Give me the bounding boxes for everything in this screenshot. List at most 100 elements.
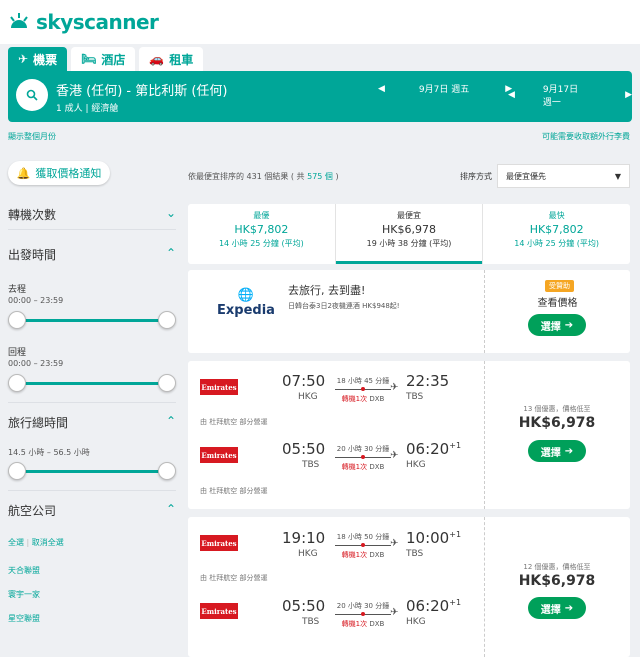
top-bar: skyscanner [0,0,640,44]
select-button[interactable]: 選擇 ➔ [528,314,586,336]
view-price-text: 查看價格 [537,298,578,309]
arrive-time: 06:20 [406,440,450,458]
arrow-right-icon: ➔ [564,319,574,331]
plane-icon: ✈ [390,607,399,618]
clear-all-link[interactable]: 取消全選 [32,538,64,547]
price-alert-button[interactable]: 🔔 獲取價格通知 [8,161,110,185]
arrow-right-icon: ➔ [564,602,574,614]
slider-handle-min[interactable] [8,462,26,480]
flight-card[interactable]: Emirates 07:50 HKG 18 小時 45 分鐘 ✈ 轉機1次 DX… [188,361,630,509]
alliance-link[interactable]: 天合聯盟 [8,565,40,576]
flight-card[interactable]: Emirates 19:10 HKG 18 小時 50 分鐘 ✈ 轉機1次 DX… [188,517,630,657]
depart-time: 05:50 [282,440,326,458]
slider-handle-min[interactable] [8,311,26,329]
stop-dot [361,612,365,616]
inbound-slider[interactable] [8,374,176,394]
deals-count: 13 個優惠，價格低至 [523,405,591,413]
tab-best[interactable]: 最優 HK$7,802 14 小時 25 分鐘 (平均) [188,204,335,264]
arrive-time: 10:00 [406,529,450,547]
prev-date-icon[interactable]: ◀ [508,90,515,100]
bell-icon: 🔔 [16,166,31,180]
depart-airport: HKG [298,549,318,559]
plane-icon: ✈ [18,52,29,66]
stop-dot [361,387,365,391]
stop-airport: DXB [369,395,385,403]
duration-slider[interactable] [8,462,176,482]
depart-airport: HKG [298,392,318,402]
prev-date-icon[interactable]: ◀ [378,84,385,94]
chevron-up-icon: ⌃ [165,246,176,260]
times-filter-header[interactable]: 出發時間 ⌃ [8,246,176,263]
depart-time: 05:50 [282,597,326,615]
route-text: 香港 (任何) - 第比利斯 (任何) [56,84,228,99]
stops-text: 轉機1次 [341,620,368,628]
divider [484,361,485,509]
search-summary[interactable]: 香港 (任何) - 第比利斯 (任何) 1 成人 | 經濟艙 ◀ 9月7日 週五… [8,71,632,122]
outbound-label: 去程 [8,285,27,295]
select-button[interactable]: 選擇 ➔ [528,440,586,462]
slider-handle-max[interactable] [158,374,176,392]
slider-handle-min[interactable] [8,374,26,392]
next-date-icon[interactable]: ▶ [625,90,632,100]
tab-hotels[interactable]: 🛏 酒店 [71,47,136,71]
tab-cheapest[interactable]: 最便宜 HK$6,978 19 小時 38 分鐘 (平均) [334,204,483,264]
passengers-text: 1 成人 | 經濟艙 [56,104,119,114]
outbound-range: 00:00 – 23:59 [8,296,64,305]
skyscanner-logo[interactable]: skyscanner [8,10,159,34]
tab-fastest[interactable]: 最快 HK$7,802 14 小時 25 分鐘 (平均) [482,204,630,264]
stops-text: 轉機1次 [341,551,368,559]
product-tabs: ✈ 機票 🛏 酒店 🚗 租車 [8,47,204,71]
tab-flights[interactable]: ✈ 機票 [8,47,68,71]
divider [8,490,176,491]
chevron-up-icon: ⌃ [165,502,176,516]
divider [8,402,176,403]
arrow-right-icon: ➔ [564,445,574,457]
price: HK$6,978 [518,415,596,431]
stop-dot [361,455,365,459]
duration: 18 小時 50 分鐘 [336,533,390,541]
price: HK$6,978 [518,573,596,589]
emirates-logo: Emirates [200,535,238,551]
sponsored-card[interactable]: 🌐 Expedia 去旅行, 去到盡! 日韓台泰3日2夜機連酒 HK$948起!… [188,270,630,353]
select-button[interactable]: 選擇 ➔ [528,597,586,619]
sort-label: 排序方式 [460,172,492,181]
emirates-logo: Emirates [200,603,238,619]
globe-icon: 🌐 [237,288,255,303]
duration: 20 小時 30 分鐘 [336,445,390,453]
tab-cars[interactable]: 🚗 租車 [139,47,204,71]
sun-icon [10,13,28,28]
plane-icon: ✈ [390,382,399,393]
search-icon [26,89,38,101]
chevron-up-icon: ⌃ [165,414,176,428]
total-results-link[interactable]: 575 個 [307,172,333,181]
select-all-link[interactable]: 全選 | 取消全選 [8,537,64,548]
duration: 20 小時 30 分鐘 [336,602,390,610]
depart-airport: TBS [302,617,320,627]
airlines-filter-header[interactable]: 航空公司 ⌃ [8,502,176,519]
alliance-link[interactable]: 寰宇一家 [8,589,40,600]
show-month-link[interactable]: 顯示整個月份 [8,131,56,142]
slider-handle-max[interactable] [158,311,176,329]
duration-filter-header[interactable]: 旅行總時間 ⌃ [8,414,176,431]
divider [484,517,485,657]
car-icon: 🚗 [149,52,165,66]
emirates-logo: Emirates [200,447,238,463]
depart-date-picker[interactable]: ◀ 9月7日 週五 ▶ [378,82,512,96]
baggage-fee-link[interactable]: 可能需要收取額外行李費 [542,131,630,142]
duration: 18 小時 45 分鐘 [336,377,390,385]
arrive-airport: HKG [406,460,426,470]
outbound-slider[interactable] [8,311,176,331]
bed-icon: 🛏 [81,52,97,66]
sort-select[interactable]: 最便宜優先 ▼ [497,164,630,188]
stops-filter-header[interactable]: 轉機次數 ⌄ [8,206,176,223]
alliance-link[interactable]: 星空聯盟 [8,613,40,624]
arrive-time: 22:35 [406,372,450,390]
return-date-picker[interactable]: ◀ 9月17日 週一 ▶ [508,82,632,108]
search-button[interactable] [16,79,48,111]
stops-text: 轉機1次 [341,463,368,471]
depart-time: 07:50 [282,372,326,390]
slider-handle-max[interactable] [158,462,176,480]
inbound-label: 回程 [8,348,27,358]
sponsored-badge: 受贊助 [545,280,574,292]
arrive-airport: HKG [406,617,426,627]
